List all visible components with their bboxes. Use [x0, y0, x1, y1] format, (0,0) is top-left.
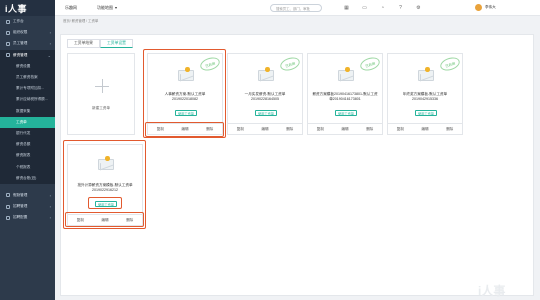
- sidebar-sub-salary-archive[interactable]: 员工薪资档案: [0, 71, 55, 84]
- gear-icon: [6, 215, 10, 220]
- edit-button[interactable]: 编辑: [333, 124, 358, 134]
- status-stamp: 已启用: [438, 55, 462, 73]
- sidebar-item-org[interactable]: 组织权限 ›: [0, 27, 55, 38]
- delete-button[interactable]: 删除: [437, 124, 462, 134]
- logo: i人事: [0, 0, 55, 16]
- sidebar-item-workbench[interactable]: 工作台: [0, 16, 55, 27]
- chevron-right-icon: ›: [49, 30, 51, 36]
- sidebar-item-salary[interactable]: 薪资管理 ⌄: [0, 49, 55, 61]
- envelope-icon: [338, 67, 354, 81]
- chevron-down-icon: ▾: [115, 5, 118, 10]
- search-input[interactable]: 搜索员工、部门、审批: [270, 4, 322, 12]
- copy-button[interactable]: 复制: [308, 124, 333, 134]
- calendar-icon: [6, 193, 10, 198]
- chevron-down-icon: ⌄: [47, 52, 51, 58]
- payslip-title: 薪资方案模板20190416173801-默认工资单20190416173801: [312, 92, 378, 101]
- sidebar-item-employee[interactable]: 员工管理 ›: [0, 38, 55, 49]
- briefcase-icon: [6, 204, 10, 209]
- message-icon[interactable]: ▭: [361, 4, 368, 11]
- sidebar-sub-tax-report[interactable]: 个税报表: [0, 161, 55, 173]
- function-map-menu[interactable]: 功能地图 ▾: [97, 5, 117, 11]
- help-icon[interactable]: ?: [397, 4, 404, 11]
- badge-dot: [345, 67, 350, 72]
- user-icon: [6, 41, 10, 46]
- payslip-card: 已启用 一月实发薪资-默认工资单20190228164505 使用工资单 复制 …: [227, 53, 303, 135]
- edit-button[interactable]: 编辑: [253, 124, 278, 134]
- sidebar-sub-payslip[interactable]: 工资单: [0, 116, 55, 128]
- use-payslip-button[interactable]: 使用工资单: [255, 110, 277, 116]
- sidebar-item-attendance[interactable]: 假勤管理 ›: [0, 190, 55, 201]
- sidebar-sub-salary-total[interactable]: 薪资总额: [0, 139, 55, 151]
- toolbar-icons: ▦ ▭ ◔ ? ⚙: [343, 4, 422, 11]
- card-actions: 复制 编辑 删除: [388, 123, 462, 134]
- payslip-card: 已启用 年终奖方案模板-默认工资单2019042915336 使用工资单 复制 …: [387, 53, 463, 135]
- use-payslip-button[interactable]: 使用工资单: [335, 110, 357, 116]
- payslip-card: 已启用 薪资方案模板20190416173801-默认工资单2019041617…: [307, 53, 383, 135]
- chevron-right-icon: ›: [49, 41, 51, 47]
- settings-icon[interactable]: ⚙: [415, 4, 422, 11]
- status-stamp: 已启用: [358, 55, 382, 73]
- home-icon: [6, 19, 10, 24]
- payslip-title: 年终奖方案模板-默认工资单2019042915336: [402, 92, 448, 101]
- edit-button[interactable]: 编辑: [413, 124, 438, 134]
- tabs: 工资单结果 工资单设置: [67, 39, 133, 48]
- copy-button[interactable]: 复制: [228, 124, 253, 134]
- highlight-box-actions: [145, 122, 224, 137]
- sidebar-sub-bank-payment[interactable]: 银行代发: [0, 127, 55, 140]
- new-payslip-card[interactable]: 新建工资单: [67, 53, 135, 135]
- delete-button[interactable]: 删除: [357, 124, 382, 134]
- delete-button[interactable]: 删除: [277, 124, 302, 134]
- new-payslip-label: 新建工资单: [92, 106, 110, 110]
- card-actions: 复制 编辑 删除: [308, 123, 382, 134]
- breadcrumb: 首页/ 薪资管理 / 工资单: [63, 19, 99, 23]
- status-stamp: 已启用: [278, 55, 302, 73]
- grid-icon[interactable]: ▦: [343, 4, 350, 11]
- badge-dot: [265, 67, 270, 72]
- highlight-box-use-button: [88, 197, 122, 209]
- sidebar-item-recruit[interactable]: 招聘管理 ›: [0, 201, 55, 212]
- bell-icon[interactable]: ◔: [379, 4, 386, 11]
- envelope-icon: [418, 67, 434, 81]
- plus-icon: [95, 79, 109, 93]
- payslip-title: 一月实发薪资-默认工资单20190228164505: [244, 92, 286, 101]
- badge-dot: [425, 67, 430, 72]
- sidebar-sub-salary-settings[interactable]: 薪资设置: [0, 60, 55, 72]
- chevron-right-icon: ›: [49, 204, 51, 210]
- sidebar-sub-salary-ledger[interactable]: 薪资台账(旧): [0, 172, 55, 184]
- sidebar-item-recruit-config[interactable]: 招聘配置 ›: [0, 212, 55, 223]
- user-name[interactable]: 李伟大: [485, 5, 496, 10]
- sidebar-sub-taxable-income[interactable]: 累计应纳税所得额...: [0, 94, 55, 106]
- sidebar-sub-data-collection[interactable]: 数据采集: [0, 105, 55, 117]
- card-actions: 复制 编辑 删除: [228, 123, 302, 134]
- sidebar: i人事 工作台 组织权限 › 员工管理 › 薪资管理 ⌄ 薪资设置 员工薪资档案 累计…: [0, 0, 55, 300]
- tab-payslip-settings[interactable]: 工资单设置: [99, 39, 133, 48]
- badge-dot: [185, 67, 190, 72]
- use-payslip-button[interactable]: 使用工资单: [415, 110, 437, 116]
- money-icon: [6, 53, 10, 58]
- tab-payslip-results[interactable]: 工资单结果: [67, 39, 100, 48]
- chevron-right-icon: ›: [49, 192, 51, 198]
- sidebar-sub-salary-report[interactable]: 薪资报表: [0, 150, 55, 162]
- avatar[interactable]: [475, 4, 482, 11]
- chevron-right-icon: ›: [49, 215, 51, 221]
- app-name: 乐趣网: [65, 4, 77, 10]
- org-icon: [6, 30, 10, 35]
- watermark: i人事: [478, 284, 506, 298]
- highlight-box-actions: [65, 212, 144, 227]
- envelope-icon: [258, 67, 274, 81]
- copy-button[interactable]: 复制: [388, 124, 413, 134]
- badge-dot: [105, 156, 110, 161]
- sidebar-sub-special-deduction[interactable]: 累计专项附加扣...: [0, 83, 55, 95]
